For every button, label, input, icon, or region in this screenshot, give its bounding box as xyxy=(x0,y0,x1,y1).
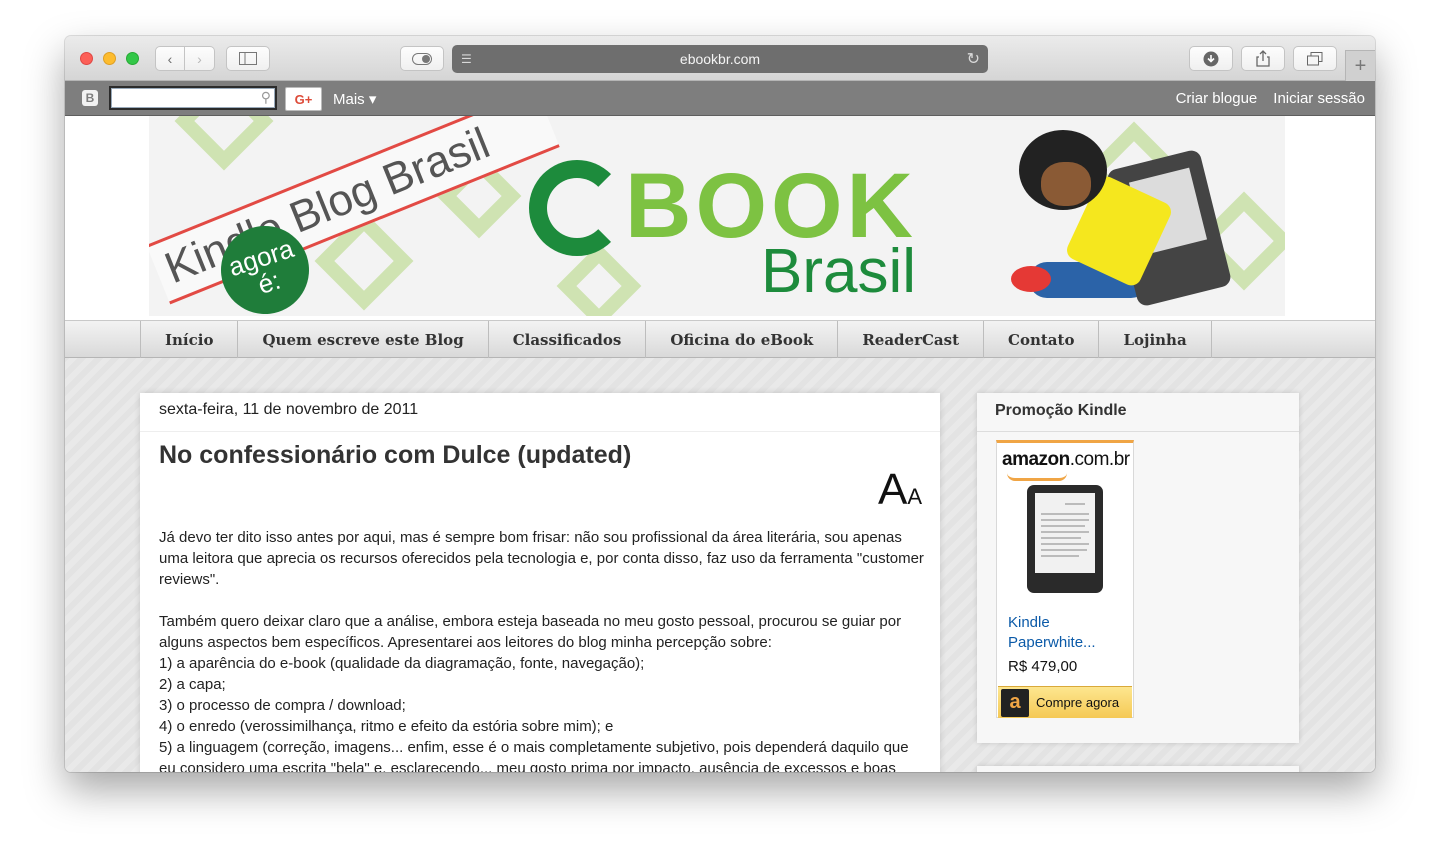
product-price: R$ 479,00 xyxy=(1008,658,1078,675)
post-line: Também quero deixar claro que a análise,… xyxy=(159,613,902,651)
font-size-control[interactable]: AA xyxy=(878,465,922,515)
kindle-promo-widget: Promoção Kindle amazon.com.br Kindle Pap… xyxy=(977,393,1299,743)
decrease-font-icon[interactable]: A xyxy=(907,484,922,509)
amazon-ad[interactable]: amazon.com.br Kindle Paperwhite... R$ 47… xyxy=(996,440,1134,718)
post-list-item: 1) a aparência do e-book (qualidade da d… xyxy=(159,655,645,672)
page-content: Kindle Blog Brasil agora é: BOOK Brasil … xyxy=(65,116,1375,772)
blogger-icon[interactable]: B xyxy=(82,90,98,106)
kindle-screen xyxy=(1035,493,1095,573)
post-paragraph: Já devo ter dito isso antes por aqui, ma… xyxy=(159,529,924,588)
tab-oficina[interactable]: Oficina do eBook xyxy=(646,321,839,358)
amazon-icon: a xyxy=(1001,688,1029,717)
chevron-left-icon: ‹ xyxy=(167,50,173,67)
tab-classificados[interactable]: Classificados xyxy=(489,321,647,358)
sidebar-widget xyxy=(977,766,1299,772)
post-list-item: 5) a linguagem (correção, imagens... enf… xyxy=(159,739,909,772)
toggle-icon xyxy=(412,52,432,65)
blog-header: Kindle Blog Brasil agora é: BOOK Brasil xyxy=(65,116,1375,320)
tab-contato[interactable]: Contato xyxy=(984,321,1100,358)
blog-pages-nav: Início Quem escreve este Blog Classifica… xyxy=(65,320,1375,358)
share-icon xyxy=(1256,50,1270,67)
new-tab-button[interactable]: + xyxy=(1345,50,1375,81)
forward-button[interactable]: › xyxy=(185,46,215,71)
blog-banner[interactable]: Kindle Blog Brasil agora é: BOOK Brasil xyxy=(149,116,1285,316)
minimize-window-button[interactable] xyxy=(103,52,116,65)
product-link[interactable]: Kindle Paperwhite... xyxy=(1008,613,1128,653)
tab-lojinha[interactable]: Lojinha xyxy=(1099,321,1212,358)
tabs-icon xyxy=(1307,51,1323,65)
post-date: sexta-feira, 11 de novembro de 2011 xyxy=(159,401,419,418)
reload-icon[interactable]: ↻ xyxy=(967,49,980,69)
downloads-button[interactable] xyxy=(1189,46,1233,71)
tabs-overview-button[interactable] xyxy=(1293,46,1337,71)
tab-inicio[interactable]: Início xyxy=(141,321,239,358)
address-bar[interactable]: ☰ ebookbr.com ↻ xyxy=(452,45,988,73)
buy-now-label: Compre agora xyxy=(1036,695,1120,710)
post-title[interactable]: No confessionário com Dulce (updated) xyxy=(159,441,631,470)
divider xyxy=(140,431,940,432)
back-button[interactable]: ‹ xyxy=(155,46,185,71)
plus-icon: + xyxy=(1354,54,1367,77)
download-icon xyxy=(1203,51,1219,66)
sign-in-link[interactable]: Iniciar sessão xyxy=(1273,90,1365,107)
browser-window: ‹ › ☰ ebookbr.com ↻ + B ⚲ G+ Mais ▾ Cria… xyxy=(65,36,1375,772)
sidebar-icon xyxy=(239,52,257,65)
post-body: Já devo ter dito isso antes por aqui, ma… xyxy=(159,527,924,772)
more-menu[interactable]: Mais ▾ xyxy=(333,90,376,108)
history-nav: ‹ › xyxy=(155,46,215,71)
close-window-button[interactable] xyxy=(80,52,93,65)
google-plus-button[interactable]: G+ xyxy=(285,87,322,111)
blogger-navbar: B ⚲ G+ Mais ▾ Criar blogue Iniciar sessã… xyxy=(65,81,1375,116)
sidebar-toggle-button[interactable] xyxy=(226,46,270,71)
blog-post: sexta-feira, 11 de novembro de 2011 No c… xyxy=(140,393,940,772)
divider xyxy=(977,431,1299,432)
tab-quem-escreve[interactable]: Quem escreve este Blog xyxy=(238,321,489,358)
logo-brasil-text: Brasil xyxy=(761,237,917,306)
blog-search-input[interactable]: ⚲ xyxy=(109,86,277,110)
maximize-window-button[interactable] xyxy=(126,52,139,65)
post-list-item: 2) a capa; xyxy=(159,676,226,693)
buy-now-button[interactable]: a Compre agora xyxy=(998,686,1132,718)
amazon-logo: amazon.com.br xyxy=(1002,449,1130,470)
increase-font-icon[interactable]: A xyxy=(878,465,907,514)
post-list-item: 4) o enredo (verossimilhança, ritmo e ef… xyxy=(159,718,614,735)
blogger-actions: Criar blogue Iniciar sessão xyxy=(1176,90,1365,107)
mascot-shoe xyxy=(1011,266,1051,292)
post-paragraph: Também quero deixar claro que a análise,… xyxy=(159,611,924,772)
create-blog-link[interactable]: Criar blogue xyxy=(1176,90,1258,107)
ebook-e-logo-icon xyxy=(529,160,625,256)
widget-title: Promoção Kindle xyxy=(995,402,1127,419)
amazon-smile-icon xyxy=(1007,473,1067,481)
url-text: ebookbr.com xyxy=(679,51,761,67)
reader-view-icon[interactable]: ☰ xyxy=(461,52,472,66)
share-button[interactable] xyxy=(1241,46,1285,71)
tab-readercast[interactable]: ReaderCast xyxy=(838,321,985,358)
search-icon[interactable]: ⚲ xyxy=(261,89,271,106)
post-list-item: 3) o processo de compra / download; xyxy=(159,697,406,714)
browser-toolbar: ‹ › ☰ ebookbr.com ↻ + xyxy=(65,36,1375,81)
chevron-right-icon: › xyxy=(197,50,202,67)
extensions-toggle-button[interactable] xyxy=(400,46,444,71)
mascot-face xyxy=(1041,162,1091,206)
